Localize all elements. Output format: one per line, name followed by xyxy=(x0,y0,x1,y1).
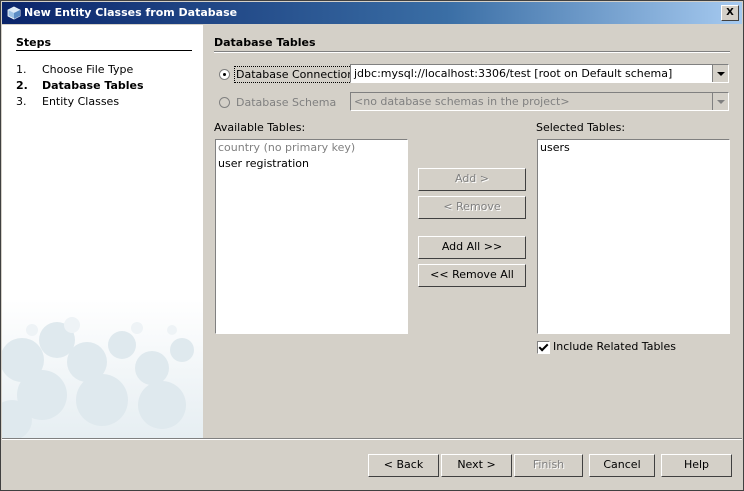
step-number: 1. xyxy=(16,63,27,76)
include-related-checkbox[interactable] xyxy=(537,341,550,354)
step-item: 1. Choose File Type xyxy=(16,63,144,79)
next-button[interactable]: Next > xyxy=(441,454,512,477)
list-item[interactable]: users xyxy=(538,140,729,156)
step-label: Choose File Type xyxy=(42,63,134,76)
step-label: Entity Classes xyxy=(42,95,120,108)
footer-divider-highlight xyxy=(2,439,742,440)
db-connection-label[interactable]: Database Connection: xyxy=(234,66,360,83)
db-schema-label: Database Schema xyxy=(236,96,337,109)
step-item-current: 2. Database Tables xyxy=(16,79,144,95)
list-item[interactable]: user registration xyxy=(216,156,407,172)
add-all-button[interactable]: Add All >> xyxy=(418,236,526,259)
back-button[interactable]: < Back xyxy=(368,454,439,477)
include-related-label[interactable]: Include Related Tables xyxy=(553,340,676,353)
db-connection-combo[interactable]: jdbc:mysql://localhost:3306/test [root o… xyxy=(350,64,729,83)
selected-tables-list[interactable]: users xyxy=(537,139,730,334)
step-number: 2. xyxy=(16,79,28,92)
add-button[interactable]: Add > xyxy=(418,168,526,191)
db-schema-radio[interactable] xyxy=(219,97,230,108)
dialog-window: New Entity Classes from Database X Steps… xyxy=(0,0,744,491)
cancel-button[interactable]: Cancel xyxy=(589,454,655,477)
db-schema-value: <no database schemas in the project> xyxy=(354,95,570,108)
content-title: Database Tables xyxy=(214,36,316,49)
step-label: Database Tables xyxy=(42,79,144,92)
finish-button[interactable]: Finish xyxy=(514,454,583,477)
remove-all-button[interactable]: << Remove All xyxy=(418,264,526,287)
title-bar[interactable]: New Entity Classes from Database X xyxy=(2,2,742,24)
steps-list: 1. Choose File Type 2. Database Tables 3. E… xyxy=(16,63,144,111)
db-connection-radio[interactable] xyxy=(219,69,230,80)
window-title: New Entity Classes from Database xyxy=(24,6,238,19)
remove-button[interactable]: < Remove xyxy=(418,196,526,219)
db-schema-combo[interactable]: <no database schemas in the project> xyxy=(350,92,729,111)
available-tables-label: Available Tables: xyxy=(214,121,306,134)
decorative-bubbles xyxy=(2,300,203,438)
help-button[interactable]: Help xyxy=(661,454,732,477)
steps-divider xyxy=(16,50,192,51)
close-button[interactable]: X xyxy=(721,5,739,21)
selected-tables-label: Selected Tables: xyxy=(536,121,626,134)
list-item[interactable]: country (no primary key) xyxy=(216,140,407,156)
netbeans-cube-icon xyxy=(7,6,21,20)
chevron-down-icon[interactable] xyxy=(712,93,728,110)
step-item: 3. Entity Classes xyxy=(16,95,144,111)
chevron-down-icon[interactable] xyxy=(712,65,728,82)
steps-panel: Steps 1. Choose File Type 2. Database Tabl… xyxy=(2,25,203,438)
content-divider-highlight xyxy=(214,52,730,53)
db-connection-value: jdbc:mysql://localhost:3306/test [root o… xyxy=(354,67,673,80)
steps-title: Steps xyxy=(16,36,52,49)
available-tables-list[interactable]: country (no primary key) user registrati… xyxy=(215,139,408,334)
step-number: 3. xyxy=(16,95,27,108)
